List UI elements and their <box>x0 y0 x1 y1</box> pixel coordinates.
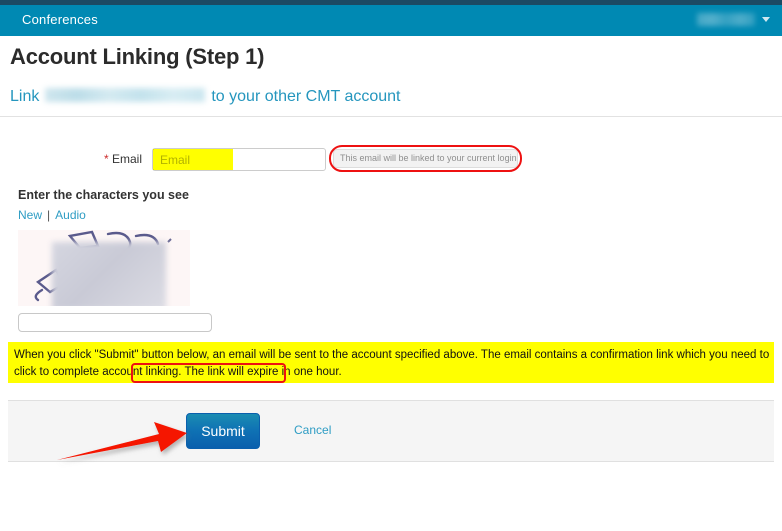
notice-text: When you click "Submit" button below, an… <box>14 349 770 378</box>
captcha-input[interactable] <box>18 313 212 332</box>
email-input[interactable] <box>152 148 326 171</box>
captcha-blur-overlay <box>52 242 166 306</box>
form-footer-panel <box>8 400 774 462</box>
user-menu[interactable] <box>697 13 770 26</box>
link-prefix-text: Link <box>10 88 40 105</box>
page-title: Account Linking (Step 1) <box>10 44 265 69</box>
captcha-new-link[interactable]: New <box>18 208 42 222</box>
top-navigation-bar: Conferences <box>0 5 782 36</box>
email-hint-text: This email will be linked to your curren… <box>333 149 518 168</box>
email-field-label: * Email <box>60 152 142 166</box>
notice-highlighted-text: The link will expire in one hour. <box>184 366 342 378</box>
captcha-prompt-label: Enter the characters you see <box>18 188 189 202</box>
cancel-link[interactable]: Cancel <box>294 423 331 437</box>
notice-banner: When you click "Submit" button below, an… <box>8 342 774 383</box>
user-name-redacted <box>697 13 755 26</box>
nav-brand-conferences[interactable]: Conferences <box>22 12 98 27</box>
email-input-wrapper <box>152 148 326 171</box>
captcha-image <box>18 230 190 306</box>
header-divider <box>0 116 782 117</box>
chevron-down-icon <box>762 17 770 22</box>
captcha-audio-link[interactable]: Audio <box>55 208 86 222</box>
submit-button[interactable]: Submit <box>186 413 260 449</box>
link-subheading: Link to your other CMT account <box>10 87 400 106</box>
redacted-email-text <box>45 88 206 102</box>
captcha-actions: New | Audio <box>18 208 86 222</box>
email-label-text: Email <box>111 152 142 166</box>
required-asterisk: * <box>103 152 109 166</box>
link-suffix-text: to your other CMT account <box>211 88 401 105</box>
captcha-link-separator: | <box>47 208 51 222</box>
